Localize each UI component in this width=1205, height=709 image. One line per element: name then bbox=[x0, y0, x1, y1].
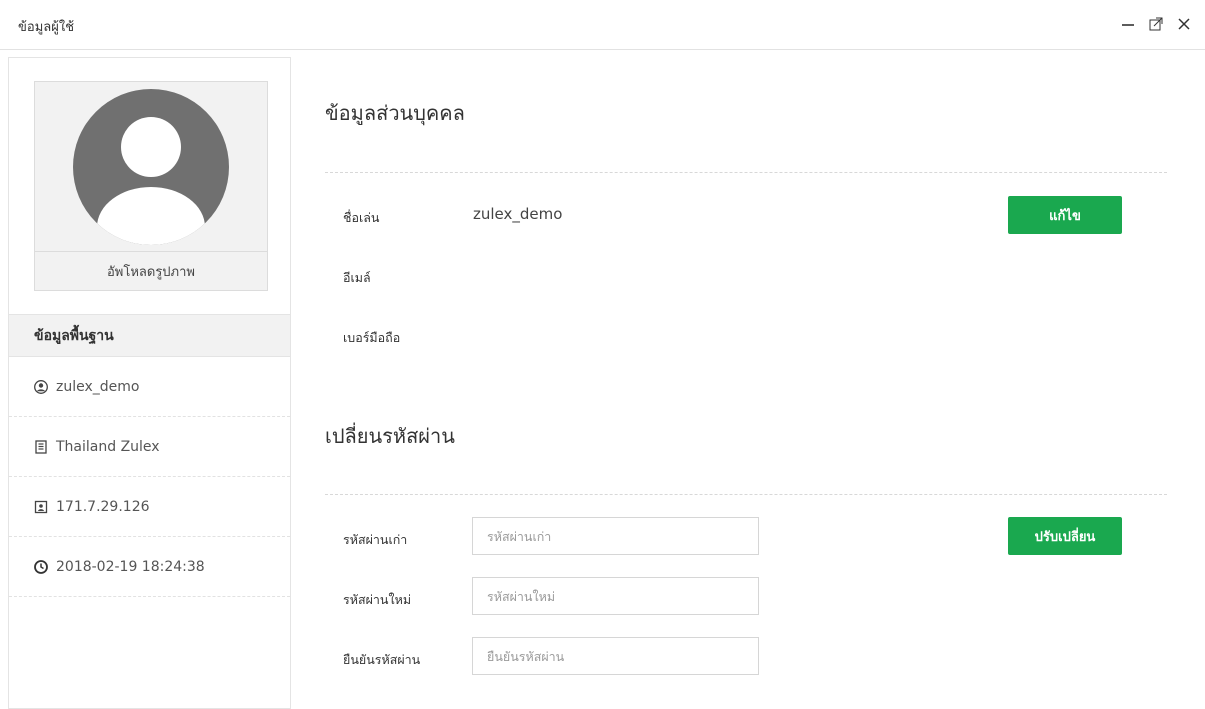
list-item: Thailand Zulex bbox=[9, 417, 290, 477]
confirm-password-input[interactable] bbox=[472, 637, 759, 675]
confirm-password-label: ยืนยันรหัสผ่าน bbox=[343, 652, 421, 667]
clock-icon bbox=[34, 559, 48, 574]
building-icon bbox=[34, 439, 48, 454]
list-item: 2018-02-19 18:24:38 bbox=[9, 537, 290, 597]
profile-sidebar: อัพโหลดรูปภาพ ข้อมูลพื้นฐาน zulex_demo T… bbox=[8, 57, 291, 709]
new-password-input[interactable] bbox=[472, 577, 759, 615]
basic-info-list: zulex_demo Thailand Zulex 171.7.29.126 2… bbox=[9, 357, 290, 597]
personal-info-title: ข้อมูลส่วนบุคคล bbox=[325, 101, 465, 125]
old-password-label: รหัสผ่านเก่า bbox=[343, 532, 408, 547]
company-text: Thailand Zulex bbox=[56, 438, 160, 455]
nickname-label: ชื่อเล่น bbox=[343, 210, 380, 225]
ip-address-text: 171.7.29.126 bbox=[56, 498, 150, 515]
maximize-icon[interactable] bbox=[1147, 14, 1165, 34]
list-item: 171.7.29.126 bbox=[9, 477, 290, 537]
change-password-button[interactable]: ปรับเปลี่ยน bbox=[1008, 517, 1122, 555]
old-password-input[interactable] bbox=[472, 517, 759, 555]
avatar bbox=[35, 82, 267, 252]
username-text: zulex_demo bbox=[56, 378, 140, 395]
change-password-title: เปลี่ยนรหัสผ่าน bbox=[325, 424, 455, 448]
nickname-value: zulex_demo bbox=[473, 205, 563, 223]
window-titlebar: ข้อมูลผู้ใช้ bbox=[0, 0, 1205, 50]
user-circle-icon bbox=[34, 379, 48, 394]
divider bbox=[325, 494, 1167, 495]
close-icon[interactable] bbox=[1175, 14, 1193, 34]
list-item: zulex_demo bbox=[9, 357, 290, 417]
upload-photo-button[interactable]: อัพโหลดรูปภาพ bbox=[35, 253, 267, 290]
phone-label: เบอร์มือถือ bbox=[343, 330, 401, 345]
last-login-text: 2018-02-19 18:24:38 bbox=[56, 558, 205, 575]
basic-info-header: ข้อมูลพื้นฐาน bbox=[9, 314, 290, 357]
window-controls bbox=[1119, 14, 1193, 34]
minimize-icon[interactable] bbox=[1119, 14, 1137, 34]
avatar-box: อัพโหลดรูปภาพ bbox=[34, 81, 268, 291]
id-card-icon bbox=[34, 500, 48, 514]
divider bbox=[325, 172, 1167, 173]
new-password-label: รหัสผ่านใหม่ bbox=[343, 592, 412, 607]
window-title: ข้อมูลผู้ใช้ bbox=[18, 20, 75, 35]
default-avatar-icon bbox=[73, 88, 229, 245]
email-label: อีเมล์ bbox=[343, 270, 371, 285]
edit-button[interactable]: แก้ไข bbox=[1008, 196, 1122, 234]
